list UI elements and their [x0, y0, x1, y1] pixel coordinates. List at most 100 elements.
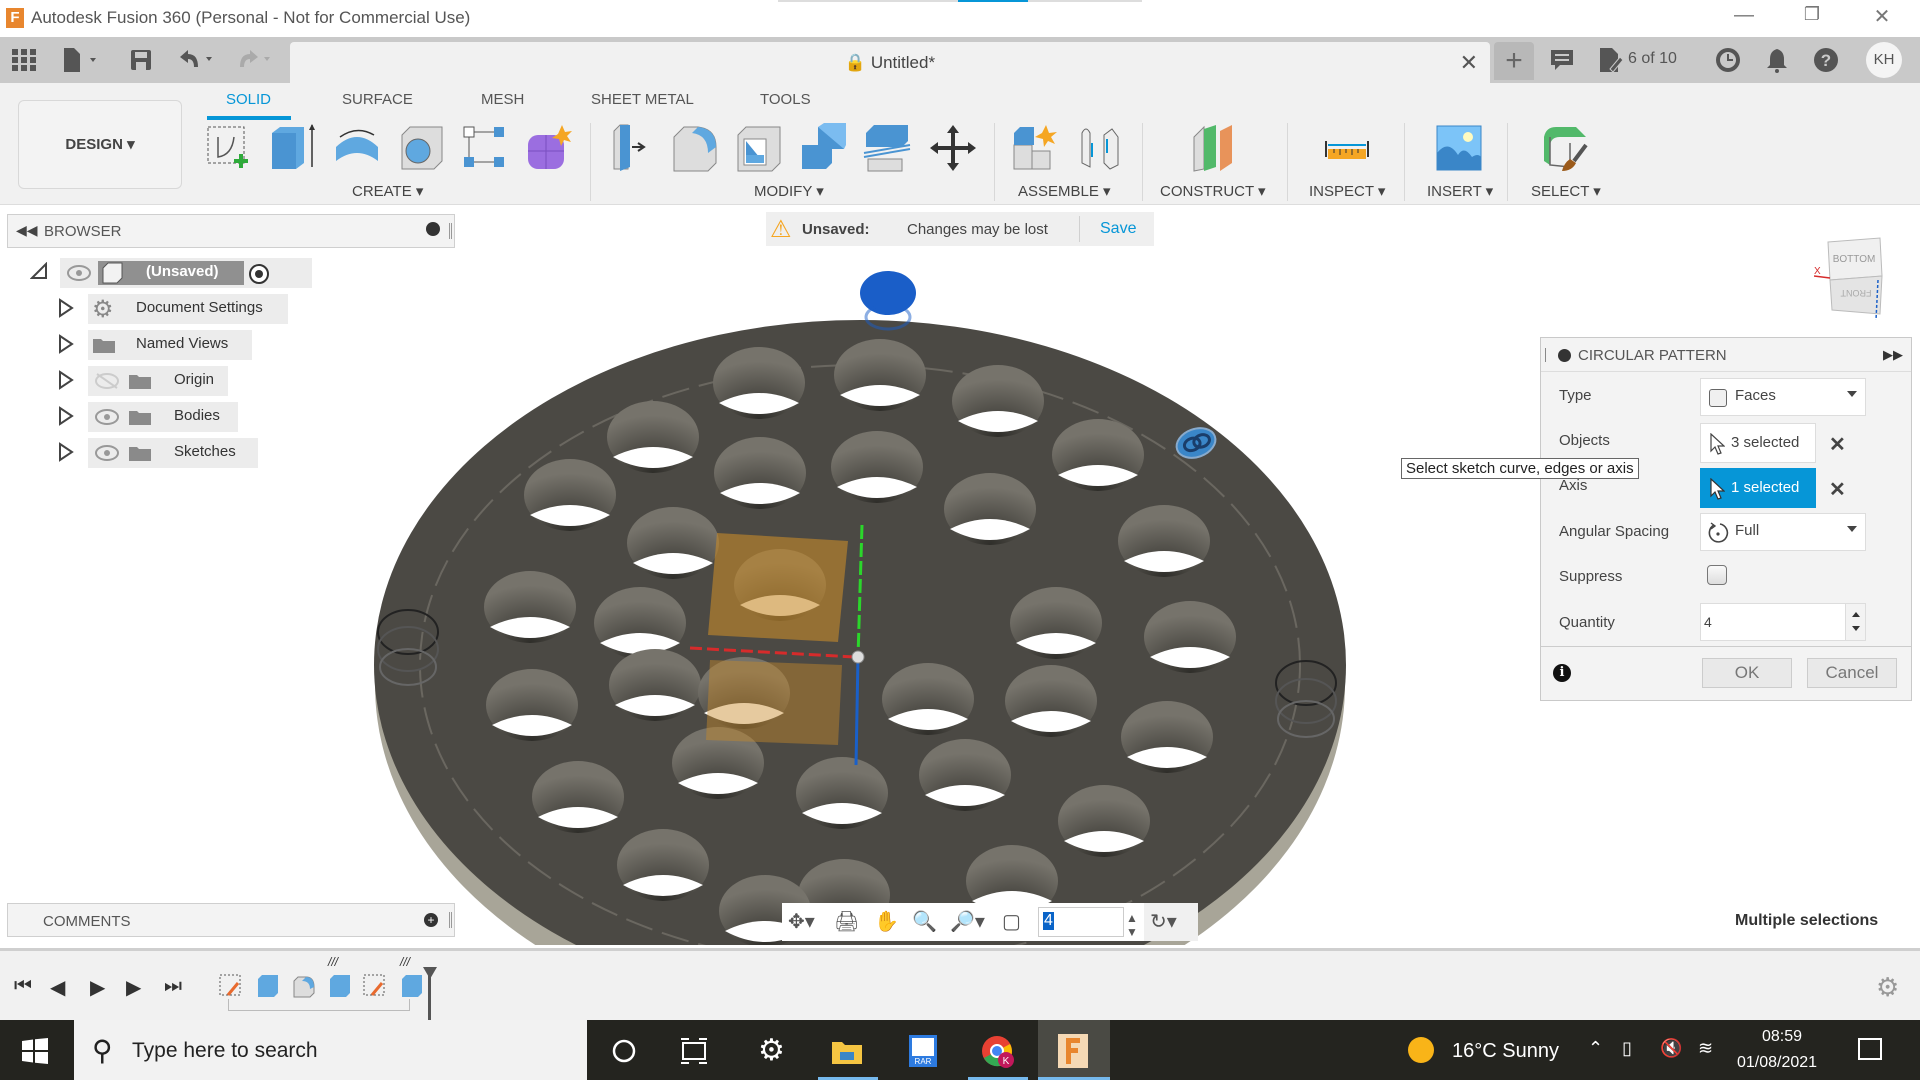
- step-forward-icon[interactable]: ▶: [126, 975, 141, 1000]
- add-comment-icon[interactable]: +: [424, 913, 438, 927]
- go-to-start-icon[interactable]: ⏮: [14, 975, 32, 998]
- tab-sheet-metal[interactable]: SHEET METAL: [591, 91, 694, 108]
- new-component-icon[interactable]: [1010, 123, 1060, 173]
- inspect-menu[interactable]: INSPECT ▾: [1309, 182, 1385, 200]
- close-button[interactable]: ✕: [1862, 4, 1902, 29]
- increment-arrow-icon[interactable]: [1852, 612, 1860, 617]
- minimize-button[interactable]: —: [1724, 4, 1764, 27]
- notifications-bell-icon[interactable]: [1765, 47, 1789, 73]
- timeline-marker-handle[interactable]: [423, 967, 437, 979]
- browser-root-row[interactable]: (Unsaved): [30, 258, 312, 288]
- timeline-settings-gear-icon[interactable]: ⚙: [1876, 972, 1899, 1003]
- visibility-eye-icon[interactable]: [94, 444, 120, 462]
- shell-icon[interactable]: [734, 123, 784, 173]
- axis-selector[interactable]: 1 selected: [1700, 468, 1816, 508]
- display-settings-icon[interactable]: ▢: [1002, 909, 1021, 934]
- cancel-button[interactable]: Cancel: [1807, 658, 1897, 688]
- angular-spacing-dropdown[interactable]: Full: [1700, 513, 1866, 551]
- clock-time[interactable]: 08:59: [1762, 1028, 1802, 1046]
- modify-menu[interactable]: MODIFY ▾: [754, 182, 824, 200]
- visibility-eye-icon[interactable]: [94, 408, 120, 426]
- decrement-arrow-icon[interactable]: [1852, 626, 1860, 631]
- volume-muted-icon[interactable]: 🔇: [1660, 1038, 1682, 1059]
- timeline-pattern-feature[interactable]: [398, 973, 424, 999]
- press-pull-icon[interactable]: [606, 123, 656, 173]
- timeline-sketch-feature[interactable]: [362, 973, 388, 999]
- timeline-pattern-feature[interactable]: [326, 973, 352, 999]
- extrude-icon[interactable]: [268, 123, 318, 173]
- tab-mesh[interactable]: MESH: [481, 91, 524, 108]
- cortana-icon[interactable]: [607, 1034, 641, 1068]
- browser-item-named-views[interactable]: Named Views: [58, 330, 258, 360]
- create-form-icon[interactable]: [524, 123, 574, 173]
- help-icon[interactable]: ?: [1813, 47, 1839, 73]
- new-tab-button[interactable]: +: [1494, 42, 1534, 80]
- stepper-buttons[interactable]: [1845, 604, 1865, 640]
- comments-resize-handle[interactable]: [449, 912, 452, 928]
- timeline-fillet-feature[interactable]: [290, 973, 316, 999]
- browser-pin-icon[interactable]: [426, 222, 440, 236]
- wifi-icon[interactable]: ≋: [1698, 1038, 1713, 1059]
- browser-resize-handle[interactable]: [449, 223, 452, 239]
- fusion-360-taskbar-icon[interactable]: [1056, 1034, 1090, 1068]
- zoom-icon[interactable]: 🔍: [912, 909, 937, 934]
- create-menu[interactable]: CREATE ▾: [352, 182, 423, 200]
- construct-menu[interactable]: CONSTRUCT ▾: [1160, 182, 1266, 200]
- hole-icon[interactable]: [396, 123, 446, 173]
- expand-dialog-icon[interactable]: ▶▶: [1883, 347, 1903, 363]
- look-at-icon[interactable]: 🖨: [834, 909, 859, 934]
- save-link[interactable]: Save: [1100, 220, 1136, 238]
- rotate-view-icon[interactable]: ↻▾: [1150, 909, 1177, 934]
- activate-radio-icon[interactable]: [248, 263, 270, 285]
- move-copy-icon[interactable]: [928, 123, 978, 173]
- comments-icon[interactable]: [1550, 49, 1574, 71]
- suppress-checkbox[interactable]: [1707, 565, 1727, 585]
- go-to-end-icon[interactable]: ⏭: [164, 975, 182, 998]
- revolve-icon[interactable]: [332, 123, 382, 173]
- measure-icon[interactable]: [1322, 123, 1372, 173]
- restore-button[interactable]: ❐: [1792, 4, 1832, 25]
- expand-triangle-icon[interactable]: [58, 370, 74, 390]
- rectangular-pattern-icon[interactable]: [460, 123, 510, 173]
- undo-icon[interactable]: [178, 49, 218, 71]
- visibility-eye-icon[interactable]: [66, 264, 92, 282]
- winrar-icon[interactable]: RAR: [906, 1034, 940, 1068]
- dialog-drag-handle[interactable]: [1545, 348, 1548, 362]
- task-view-icon[interactable]: [677, 1034, 711, 1068]
- axis-manipulator[interactable]: [860, 271, 916, 315]
- chrome-icon[interactable]: K: [980, 1034, 1014, 1068]
- workspace-switcher[interactable]: DESIGN ▾: [18, 100, 182, 189]
- timeline-extrude-feature[interactable]: [254, 973, 280, 999]
- close-tab-icon[interactable]: ✕: [1460, 50, 1478, 76]
- view-cube[interactable]: BOTTOM FRONT X: [1814, 236, 1884, 320]
- document-tab[interactable]: 🔒 Untitled* ✕: [290, 42, 1490, 83]
- timeline-sketch-feature[interactable]: [218, 973, 244, 999]
- pan-hand-icon[interactable]: ✋: [874, 909, 899, 934]
- ok-button[interactable]: OK: [1702, 658, 1792, 688]
- redo-icon[interactable]: [236, 49, 276, 71]
- step-back-icon[interactable]: ◀: [50, 975, 65, 1000]
- create-sketch-icon[interactable]: [204, 123, 254, 173]
- weather-sun-icon[interactable]: [1408, 1037, 1434, 1063]
- tab-surface[interactable]: SURFACE: [342, 91, 413, 108]
- orbit-icon[interactable]: ✥▾: [788, 909, 815, 934]
- quantity-value[interactable]: 4: [1704, 614, 1712, 630]
- type-dropdown[interactable]: Faces: [1700, 378, 1866, 416]
- play-icon[interactable]: ▶: [90, 975, 105, 1000]
- fit-zoom-icon[interactable]: 🔎▾: [950, 909, 985, 934]
- weather-text[interactable]: 16°C Sunny: [1452, 1040, 1559, 1063]
- windows-start-icon[interactable]: [22, 1038, 48, 1064]
- collapse-dialog-icon[interactable]: [1558, 349, 1571, 362]
- clear-objects-icon[interactable]: ✕: [1829, 432, 1846, 457]
- navbar-value-text[interactable]: 4: [1043, 912, 1054, 930]
- joint-icon[interactable]: [1074, 123, 1124, 173]
- select-icon[interactable]: [1540, 123, 1590, 173]
- taskbar-search-box[interactable]: ⚲ Type here to search: [74, 1020, 587, 1080]
- expand-triangle-icon[interactable]: [58, 406, 74, 426]
- file-menu-icon[interactable]: [62, 48, 100, 72]
- browser-item-sketches[interactable]: Sketches: [58, 438, 258, 468]
- info-icon[interactable]: i: [1553, 664, 1571, 682]
- navbar-spinner-icon[interactable]: ▲ ▼: [1126, 911, 1138, 939]
- settings-gear-icon[interactable]: ⚙: [758, 1034, 792, 1068]
- clear-axis-icon[interactable]: ✕: [1829, 477, 1846, 502]
